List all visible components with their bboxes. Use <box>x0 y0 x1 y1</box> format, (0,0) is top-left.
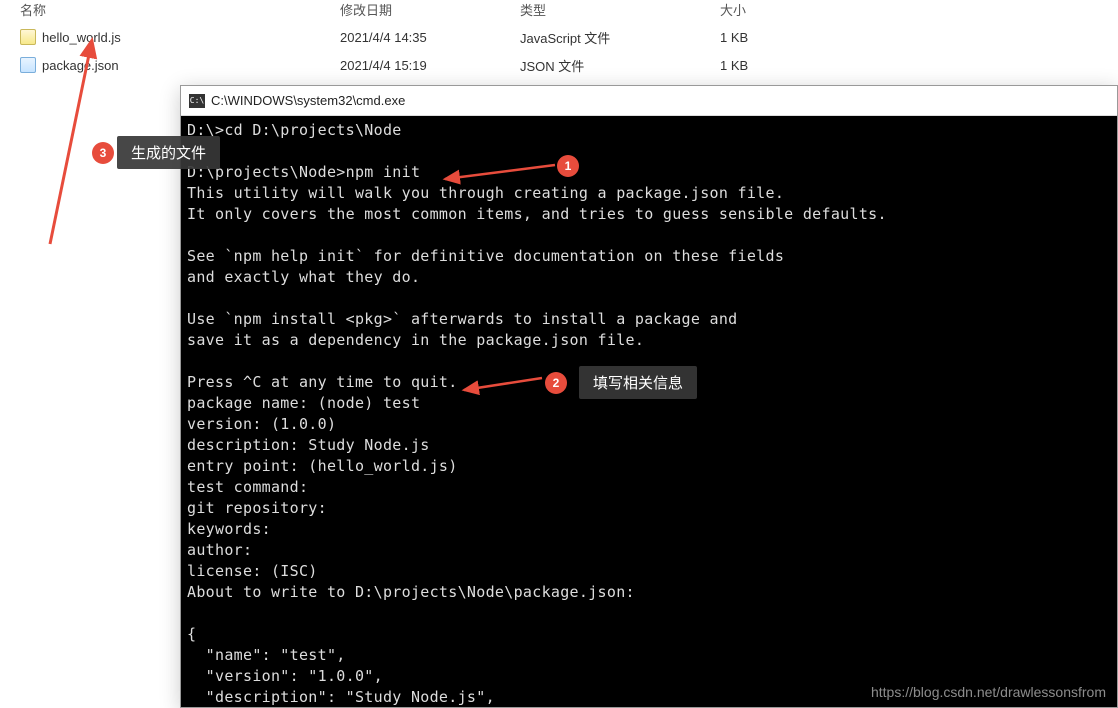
json-file-icon <box>20 57 36 73</box>
annotation-badge-3: 3 <box>92 142 114 164</box>
annotation-label-2: 填写相关信息 <box>579 366 697 399</box>
header-size[interactable]: 大小 <box>720 0 840 19</box>
file-size: 1 KB <box>720 30 840 45</box>
file-explorer: 名称 修改日期 类型 大小 hello_world.js 2021/4/4 14… <box>0 0 1118 79</box>
file-name: package.json <box>42 58 119 73</box>
explorer-header: 名称 修改日期 类型 大小 <box>0 0 1118 23</box>
annotation-label-3: 生成的文件 <box>117 136 220 169</box>
header-type[interactable]: 类型 <box>520 0 720 19</box>
file-date: 2021/4/4 14:35 <box>340 30 520 45</box>
file-row[interactable]: package.json 2021/4/4 15:19 JSON 文件 1 KB <box>0 51 1118 79</box>
file-size: 1 KB <box>720 58 840 73</box>
header-date[interactable]: 修改日期 <box>340 0 520 19</box>
file-date: 2021/4/4 15:19 <box>340 58 520 73</box>
js-file-icon <box>20 29 36 45</box>
file-row[interactable]: hello_world.js 2021/4/4 14:35 JavaScript… <box>0 23 1118 51</box>
cmd-title: C:\WINDOWS\system32\cmd.exe <box>211 93 405 108</box>
cmd-terminal[interactable]: D:\>cd D:\projects\Node D:\projects\Node… <box>181 116 1117 707</box>
annotation-badge-1: 1 <box>557 155 579 177</box>
file-name: hello_world.js <box>42 30 121 45</box>
file-type: JSON 文件 <box>520 56 720 75</box>
header-name[interactable]: 名称 <box>0 0 340 19</box>
cmd-icon: C:\ <box>189 94 205 108</box>
file-type: JavaScript 文件 <box>520 28 720 47</box>
watermark: https://blog.csdn.net/drawlessonsfrom <box>871 684 1106 700</box>
cmd-titlebar[interactable]: C:\ C:\WINDOWS\system32\cmd.exe <box>181 86 1117 116</box>
annotation-badge-2: 2 <box>545 372 567 394</box>
